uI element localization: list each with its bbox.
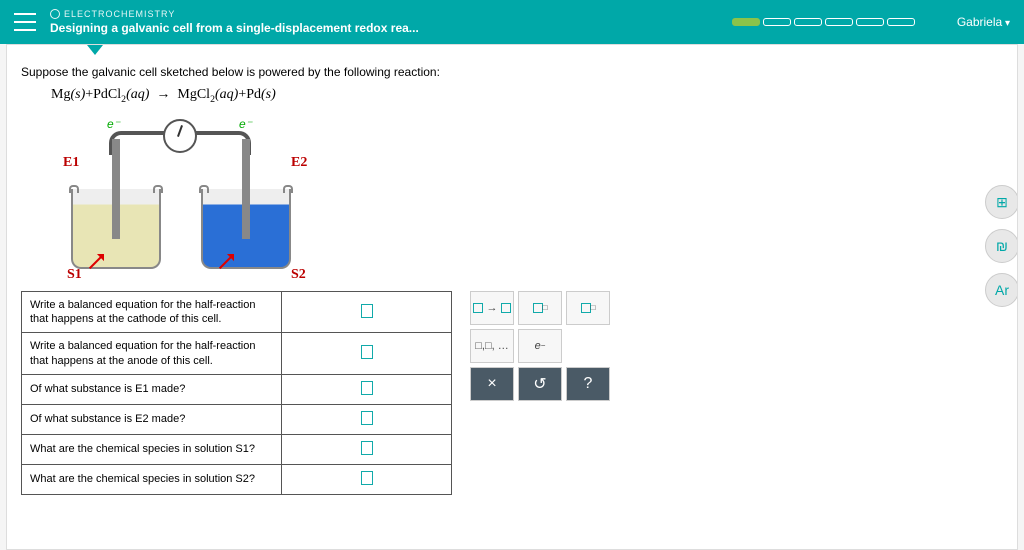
periodic-table-icon[interactable]: Ar: [985, 273, 1018, 307]
label-e2: E2: [291, 155, 307, 171]
reaction-equation: Mg(s)+PdCl2(aq) → MgCl2(aq)+Pd(s): [51, 87, 1003, 105]
category-label: ELECTROCHEMISTRY: [50, 9, 718, 19]
pointer-icon: [87, 45, 103, 55]
top-bar: ELECTROCHEMISTRY Designing a galvanic ce…: [0, 0, 1024, 44]
intro-text: Suppose the galvanic cell sketched below…: [21, 65, 1003, 79]
electron-flow-left: e⁻: [107, 117, 120, 131]
label-s1: S1: [67, 267, 82, 283]
calculator-icon[interactable]: ⊞: [985, 185, 1018, 219]
electron-flow-right: e⁻: [239, 117, 252, 131]
question-row: Write a balanced equation for the half-r…: [22, 291, 282, 333]
arrow-s2-icon: [215, 251, 239, 275]
electrode-e1: [112, 139, 120, 239]
question-row: Of what substance is E2 made?: [22, 404, 282, 434]
answer-input[interactable]: [282, 434, 452, 464]
galvanic-cell-figure: e⁻ e⁻ E1 E2 S1 S2: [61, 111, 321, 281]
question-table: Write a balanced equation for the half-r…: [21, 291, 452, 495]
data-table-icon[interactable]: ₪: [985, 229, 1018, 263]
question-row: What are the chemical species in solutio…: [22, 464, 282, 494]
ion-list-button[interactable]: □,□, …: [470, 329, 514, 363]
symbol-palette: → □ □ □,□, … e− × ↺ ?: [470, 291, 610, 401]
electrode-e2: [242, 139, 250, 239]
undo-button[interactable]: ↺: [518, 367, 562, 401]
help-button[interactable]: ?: [566, 367, 610, 401]
side-toolbar: ⊞ ₪ Ar: [985, 185, 1018, 307]
answer-input[interactable]: [282, 464, 452, 494]
breadcrumb: ELECTROCHEMISTRY Designing a galvanic ce…: [50, 9, 718, 35]
question-row: What are the chemical species in solutio…: [22, 434, 282, 464]
content-panel: Suppose the galvanic cell sketched below…: [6, 44, 1018, 550]
voltmeter-icon: [163, 119, 197, 153]
answer-input[interactable]: [282, 404, 452, 434]
answer-input[interactable]: [282, 291, 452, 333]
page-title: Designing a galvanic cell from a single-…: [50, 21, 718, 35]
electron-button[interactable]: e−: [518, 329, 562, 363]
answer-input[interactable]: [282, 333, 452, 375]
subscript-button[interactable]: □: [518, 291, 562, 325]
clear-button[interactable]: ×: [470, 367, 514, 401]
superscript-button[interactable]: □: [566, 291, 610, 325]
menu-icon[interactable]: [14, 13, 36, 31]
user-menu[interactable]: Gabriela: [957, 15, 1010, 29]
question-row: Of what substance is E1 made?: [22, 374, 282, 404]
question-row: Write a balanced equation for the half-r…: [22, 333, 282, 375]
answer-input[interactable]: [282, 374, 452, 404]
label-s2: S2: [291, 267, 306, 283]
label-e1: E1: [63, 155, 79, 171]
progress-indicator: [732, 18, 915, 26]
yields-button[interactable]: →: [470, 291, 514, 325]
arrow-s1-icon: [85, 251, 109, 275]
